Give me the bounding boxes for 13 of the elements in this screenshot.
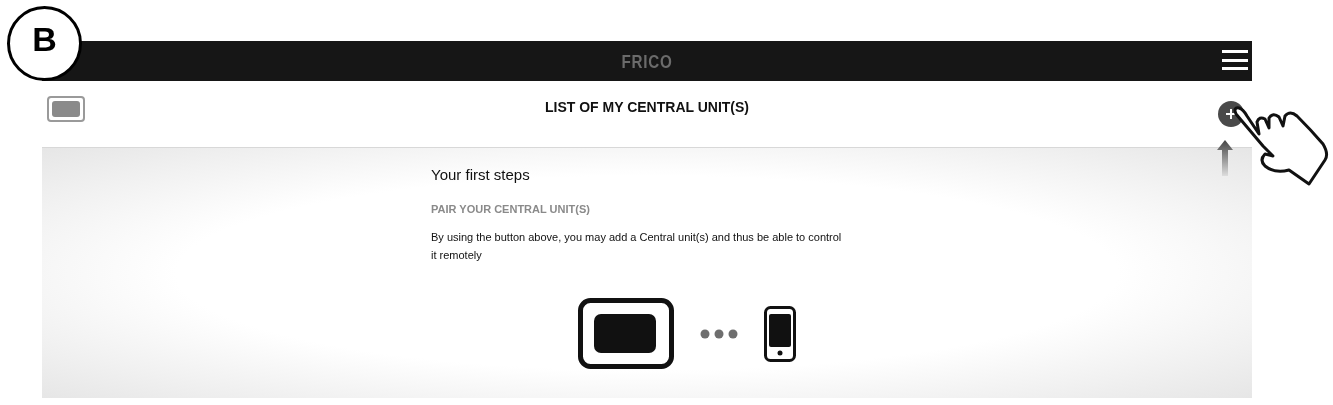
- menu-icon[interactable]: [1222, 48, 1248, 72]
- plus-icon: [1225, 108, 1237, 120]
- section-heading: Your first steps: [431, 165, 531, 185]
- central-unit-icon: [578, 298, 674, 369]
- central-unit-icon[interactable]: [47, 96, 85, 122]
- logo: FRICO: [621, 51, 673, 71]
- dots-icon: [700, 328, 738, 339]
- page-title: LIST OF MY CENTRAL UNIT(S): [544, 97, 749, 117]
- section-subheading: PAIR YOUR CENTRAL UNIT(S): [431, 201, 591, 217]
- instruction-text: By using the button above, you may add a Central unit(s) and thus be able to control it remotely: [431, 230, 843, 263]
- up-arrow-icon: [1217, 140, 1233, 176]
- phone-icon: [764, 305, 796, 362]
- step-badge: B: [7, 6, 82, 81]
